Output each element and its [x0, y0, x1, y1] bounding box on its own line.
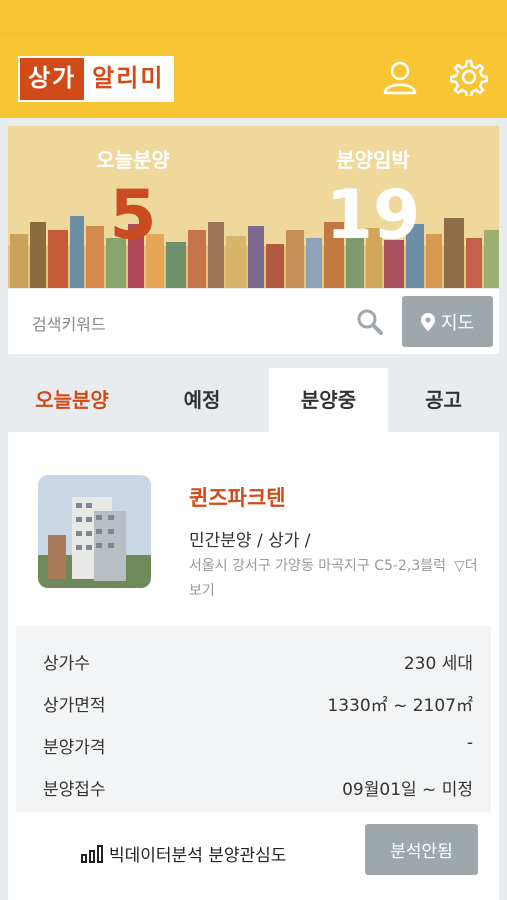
info-row: 분양가격 -: [43, 733, 473, 758]
bar-chart-icon: [81, 844, 103, 863]
tab-notice[interactable]: 공고: [388, 368, 499, 432]
info-label: 상가면적: [43, 696, 106, 716]
info-value: 230 세대: [403, 654, 473, 674]
stats-banner: 오늘분양 5 분양임박 19: [8, 126, 499, 288]
today-sale-label: 오늘분양: [96, 148, 170, 172]
search-input[interactable]: 검색키워드: [32, 311, 106, 335]
building-thumbnail: [38, 475, 151, 588]
logo-part2: 알리미: [84, 58, 173, 100]
info-row: 상가수 230 세대: [43, 649, 473, 674]
info-row: 분양접수 09월01일 ~ 미정: [43, 775, 473, 800]
info-value: 09월01일 ~ 미정: [342, 780, 473, 800]
info-label: 상가수: [43, 654, 90, 674]
tab-today[interactable]: 오늘분양: [8, 368, 136, 432]
today-sale-count: 5: [109, 176, 157, 255]
listing-info-table: 상가수 230 세대 상가면적 1330㎡ ~ 2107㎡ 분양가격 - 분양접수 09…: [16, 626, 491, 812]
bigdata-section: 빅데이터분석 분양관심도 분석안됨: [8, 812, 499, 900]
info-label: 분양가격: [43, 738, 106, 758]
listing-card[interactable]: 퀸즈파크텐 민간분양 / 상가 / 서울시 강서구 가양동 마곡지구 C5-2,…: [8, 432, 499, 900]
category-tabs: 오늘분양 예정 분양중 공고: [8, 368, 499, 432]
info-value: -: [466, 733, 473, 753]
status-bar: [0, 0, 507, 38]
listing-type: 민간분양 / 상가 /: [189, 531, 311, 551]
map-pin-icon: [420, 312, 435, 331]
listing-address: 서울시 강서구 가양동 마곡지구 C5-2,3블럭 ▽더보기: [189, 554, 484, 604]
bigdata-label-group: 빅데이터분석 분양관심도: [81, 841, 286, 866]
search-icon[interactable]: [355, 307, 385, 337]
analysis-button[interactable]: 분석안됨: [365, 824, 478, 875]
map-button-label: 지도: [440, 312, 475, 334]
listing-name[interactable]: 퀸즈파크텐: [189, 482, 286, 512]
user-icon[interactable]: [381, 58, 419, 96]
tab-upcoming[interactable]: 예정: [138, 368, 266, 432]
listing-address-text: 서울시 강서구 가양동 마곡지구 C5-2,3블럭: [189, 558, 446, 574]
info-value: 1330㎡ ~ 2107㎡: [327, 696, 473, 716]
info-label: 분양접수: [43, 780, 106, 800]
info-row: 상가면적 1330㎡ ~ 2107㎡: [43, 691, 473, 716]
tab-selling[interactable]: 분양중: [269, 368, 388, 432]
logo-part1: 상가: [20, 58, 85, 100]
imminent-sale-count: 19: [325, 176, 421, 255]
app-logo: 상가 알리미: [18, 56, 175, 102]
bigdata-label: 빅데이터분석 분양관심도: [109, 846, 287, 866]
search-bar: 검색키워드 지도: [8, 289, 499, 354]
map-button[interactable]: 지도: [402, 296, 493, 347]
gear-icon[interactable]: [449, 58, 489, 99]
imminent-sale-label: 분양임박: [336, 148, 410, 172]
